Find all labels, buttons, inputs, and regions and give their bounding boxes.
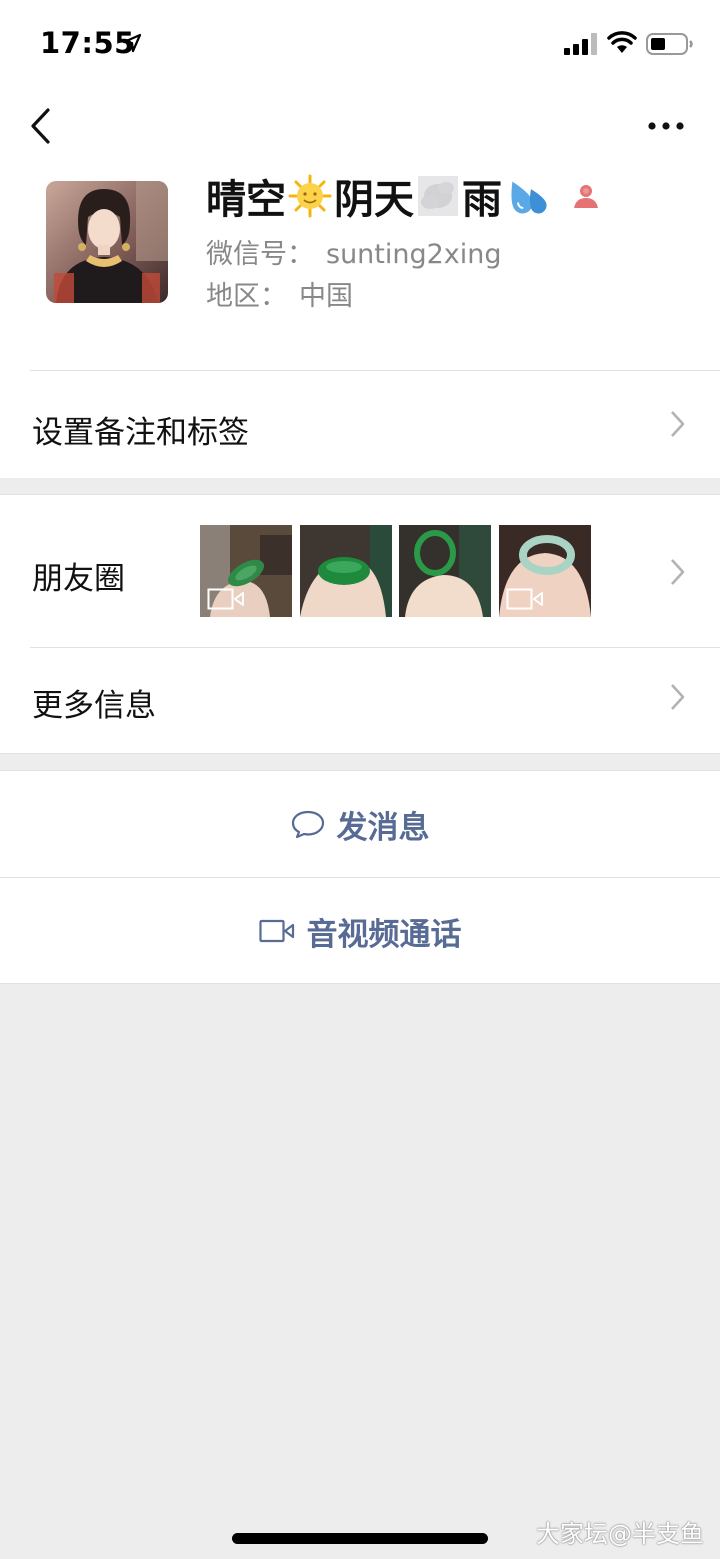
battery-icon [646,33,693,55]
region-label: 地区： [206,281,287,312]
more-info-label: 更多信息 [32,688,156,724]
moments-thumbnail[interactable] [300,525,392,617]
sweat-droplets-icon [511,181,547,214]
video-icon [506,588,543,610]
chat-bubble-icon [291,810,324,839]
av-call-button[interactable]: 音视频通话 [0,878,720,984]
moments-thumbnail[interactable] [200,525,292,617]
moments-thumbnail[interactable] [399,525,491,617]
chevron-right-icon [671,684,685,710]
moments-section: 朋友圈 更多信息 [0,494,720,754]
avatar[interactable] [46,181,168,303]
send-message-button[interactable]: 发消息 [0,771,720,877]
location-arrow-icon [122,33,142,53]
sun-face-icon [288,174,332,218]
nickname-part: 阴天 [334,177,414,223]
wechat-id-label: 微信号： [206,239,314,270]
cellular-signal-icon [564,33,597,55]
more-info-row[interactable]: 更多信息 [0,648,720,754]
nickname: 晴空 阴天 雨 [206,170,600,223]
set-remark-and-tags-row[interactable]: 设置备注和标签 [0,371,720,477]
send-message-label: 发消息 [336,809,430,846]
region-row: 地区： 中国 [206,274,353,313]
moments-label: 朋友圈 [32,561,125,597]
nickname-part: 晴空 [206,177,286,223]
cloud-icon [418,176,458,216]
home-indicator[interactable] [232,1533,488,1544]
more-options-button[interactable] [646,116,686,136]
status-time: 17:55 [40,26,135,60]
watermark: 大家坛@半支鱼 [536,1520,704,1548]
female-gender-icon [574,185,598,208]
av-call-label: 音视频通话 [306,916,462,953]
actions-section: 发消息 音视频通话 [0,770,720,984]
video-call-icon [258,919,294,943]
chevron-right-icon [671,559,685,585]
remark-label: 设置备注和标签 [32,415,249,451]
moments-thumbnail[interactable] [499,525,591,617]
back-button[interactable] [26,106,56,146]
wifi-icon [607,31,637,53]
wechat-id-value: sunting2xing [326,239,502,270]
video-icon [207,588,244,610]
nickname-part: 雨 [462,177,502,223]
chevron-right-icon [671,411,685,437]
wechat-id-row: 微信号： sunting2xing [206,232,502,271]
moments-row[interactable]: 朋友圈 [0,495,720,647]
region-value: 中国 [299,281,353,312]
